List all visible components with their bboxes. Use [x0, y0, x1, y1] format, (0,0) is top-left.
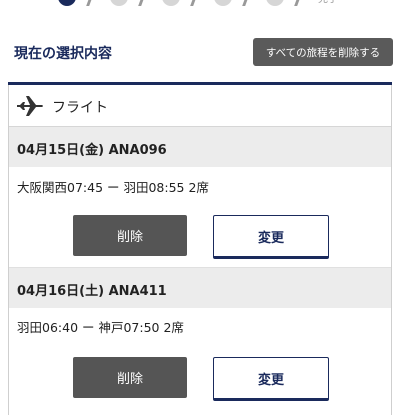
- segment-route: 大阪関西07:45 ー 羽田08:55 2席: [17, 180, 209, 195]
- step-complete-label: 完了: [318, 0, 338, 5]
- delete-all-button[interactable]: すべての旅程を削除する: [253, 38, 393, 66]
- delete-segment-button[interactable]: 削除: [73, 357, 187, 398]
- step-separator: [294, 0, 301, 6]
- airplane-icon: [17, 96, 43, 116]
- delete-segment-button[interactable]: 削除: [73, 215, 187, 256]
- segment-header: 04月16日(土) ANA411: [9, 268, 391, 308]
- step-1: 1: [58, 0, 76, 6]
- step-3: 3: [162, 0, 180, 6]
- segment-title: 04月16日(土) ANA411: [17, 284, 167, 299]
- segment-route: 羽田06:40 ー 神戸07:50 2席: [17, 320, 184, 335]
- step-separator: [86, 0, 93, 6]
- selection-header: 現在の選択内容 すべての旅程を削除する: [0, 34, 400, 70]
- itinerary-panel: フライト 04月15日(金) ANA096 大阪関西07:45 ー 羽田08:5…: [8, 85, 392, 415]
- flight-section-title: フライト: [52, 100, 108, 116]
- step-5: 5: [266, 0, 284, 6]
- step-separator: [138, 0, 145, 6]
- flight-section-header: フライト: [9, 85, 391, 127]
- step-separator: [242, 0, 249, 6]
- step-2: 2: [110, 0, 128, 6]
- segment-header: 04月15日(金) ANA096: [9, 127, 391, 167]
- step-separator: [190, 0, 197, 6]
- page-title: 現在の選択内容: [14, 46, 112, 62]
- step-4: 4: [214, 0, 232, 6]
- segment-title: 04月15日(金) ANA096: [17, 143, 167, 158]
- change-segment-button[interactable]: 変更: [213, 215, 329, 259]
- change-segment-button[interactable]: 変更: [213, 357, 329, 401]
- step-indicator: 1 2 3 4 5 完了: [0, 0, 400, 8]
